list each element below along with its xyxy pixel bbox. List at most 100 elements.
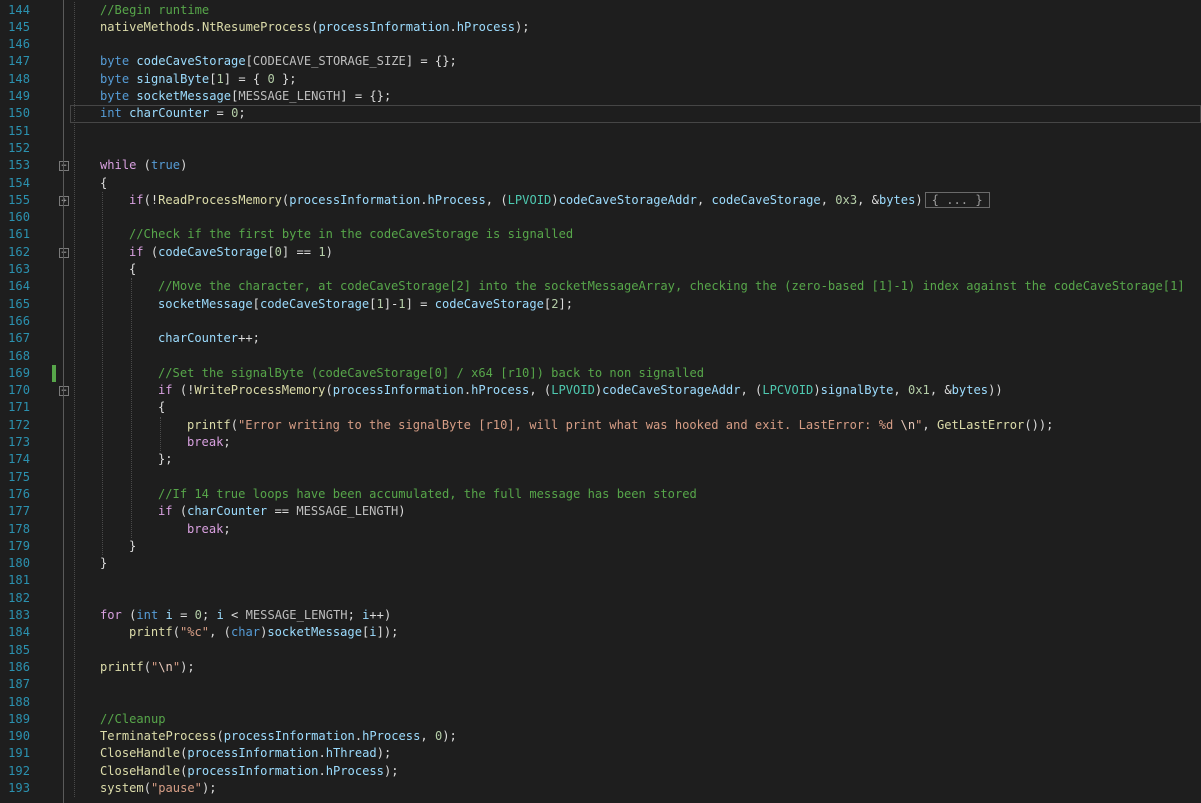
fold-collapse-icon[interactable]: − xyxy=(59,161,69,172)
code-text[interactable]: //Cleanup xyxy=(100,711,166,728)
code-line[interactable]: 183 for (int i = 0; i < MESSAGE_LENGTH; i… xyxy=(0,607,1201,624)
code-line[interactable]: 176 //If 14 true loops have been accumula… xyxy=(0,486,1201,503)
code-text[interactable]: socketMessage[codeCaveStorage[1]-1] = co… xyxy=(158,296,573,313)
code-token: == xyxy=(267,504,297,519)
code-line[interactable]: 178 break; xyxy=(0,521,1201,538)
code-text[interactable]: for (int i = 0; i < MESSAGE_LENGTH; i++) xyxy=(100,607,391,624)
code-line[interactable]: 164 //Move the character, at codeCaveStor… xyxy=(0,278,1201,295)
code-line[interactable]: 170 if (!WriteProcessMemory(processInform… xyxy=(0,382,1201,399)
line-number: 176 xyxy=(8,486,30,501)
code-line[interactable]: 149 byte socketMessage[MESSAGE_LENGTH] = … xyxy=(0,88,1201,105)
code-text[interactable]: if (codeCaveStorage[0] == 1) xyxy=(129,244,333,261)
code-text[interactable]: TerminateProcess(processInformation.hPro… xyxy=(100,728,457,745)
code-text[interactable]: { xyxy=(158,399,165,416)
code-line[interactable]: 152 xyxy=(0,140,1201,157)
code-text[interactable]: charCounter++; xyxy=(158,330,260,347)
line-number: 184 xyxy=(8,625,30,640)
code-line[interactable]: 175 xyxy=(0,469,1201,486)
code-token: \n xyxy=(158,659,173,674)
code-line[interactable]: 190 TerminateProcess(processInformation.h… xyxy=(0,728,1201,745)
code-line[interactable]: 181 xyxy=(0,572,1201,589)
code-line[interactable]: 154 { xyxy=(0,175,1201,192)
code-text[interactable]: break; xyxy=(187,521,231,538)
code-text[interactable]: //Set the signalByte (codeCaveStorage[0]… xyxy=(158,365,704,382)
code-text[interactable]: printf("Error writing to the signalByte … xyxy=(187,417,1053,434)
code-line[interactable]: 162 if (codeCaveStorage[0] == 1) xyxy=(0,244,1201,261)
code-token: { xyxy=(158,400,166,415)
code-text[interactable]: }; xyxy=(158,451,173,468)
code-text[interactable]: byte socketMessage[MESSAGE_LENGTH] = {}; xyxy=(100,88,391,105)
code-line[interactable]: 174}; xyxy=(0,451,1201,468)
code-text[interactable]: { xyxy=(100,175,107,192)
code-text[interactable]: { xyxy=(129,261,136,278)
code-token: //Set the signalByte (codeCaveStorage[0]… xyxy=(158,365,705,380)
code-line[interactable]: 172 printf("Error writing to the signalBy… xyxy=(0,417,1201,434)
code-text[interactable]: //Check if the first byte in the codeCav… xyxy=(129,226,573,243)
code-line[interactable]: 184 printf("%c", (char)socketMessage[i]); xyxy=(0,624,1201,641)
fold-collapse-icon[interactable]: − xyxy=(59,386,69,397)
line-number: 188 xyxy=(8,694,30,709)
code-line[interactable]: 150 int charCounter = 0; xyxy=(0,105,1201,123)
code-text[interactable]: system("pause"); xyxy=(100,780,217,797)
code-line[interactable]: 161 //Check if the first byte in the code… xyxy=(0,226,1201,243)
code-text[interactable]: CloseHandle(processInformation.hProcess)… xyxy=(100,763,399,780)
code-text[interactable]: printf("\n"); xyxy=(100,659,195,676)
code-line[interactable]: 177 if (charCounter == MESSAGE_LENGTH) xyxy=(0,503,1201,520)
code-line[interactable]: 193 system("pause"); xyxy=(0,780,1201,797)
code-text[interactable]: nativeMethods.NtResumeProcess(processInf… xyxy=(100,19,530,36)
code-line[interactable]: 173 break; xyxy=(0,434,1201,451)
code-line[interactable]: 186 printf("\n"); xyxy=(0,659,1201,676)
code-text[interactable]: break; xyxy=(187,434,231,451)
code-line[interactable]: 180} xyxy=(0,555,1201,572)
code-token: ] = {}; xyxy=(405,54,457,69)
code-line[interactable]: 146 xyxy=(0,36,1201,53)
code-text[interactable]: CloseHandle(processInformation.hThread); xyxy=(100,745,391,762)
code-line[interactable]: 168 xyxy=(0,348,1201,365)
fold-collapse-icon[interactable]: − xyxy=(59,247,69,258)
code-text[interactable]: byte signalByte[1] = { 0 }; xyxy=(100,71,297,88)
code-token: i xyxy=(369,625,377,640)
code-editor[interactable]: 144//Begin runtime 145 nativeMethods.NtRes… xyxy=(0,0,1201,803)
code-line[interactable]: 145 nativeMethods.NtResumeProcess(process… xyxy=(0,19,1201,36)
code-line[interactable]: 191 CloseHandle(processInformation.hThrea… xyxy=(0,745,1201,762)
code-text[interactable]: byte codeCaveStorage[CODECAVE_STORAGE_SI… xyxy=(100,53,457,70)
code-text[interactable]: if (charCounter == MESSAGE_LENGTH) xyxy=(158,503,406,520)
code-text[interactable]: printf("%c", (char)socketMessage[i]); xyxy=(129,624,398,641)
code-line[interactable]: 167 charCounter++; xyxy=(0,330,1201,347)
code-line[interactable]: 151 xyxy=(0,123,1201,140)
fold-expand-icon[interactable]: + xyxy=(59,195,69,206)
code-line[interactable]: 155 if(!ReadProcessMemory(processInformat… xyxy=(0,191,1201,209)
code-line[interactable]: 188 xyxy=(0,694,1201,711)
code-text[interactable]: } xyxy=(129,538,136,555)
code-text[interactable]: //Move the character, at codeCaveStorage… xyxy=(158,278,1185,295)
code-text[interactable]: if(!ReadProcessMemory(processInformation… xyxy=(129,191,990,209)
code-line[interactable]: 192 CloseHandle(processInformation.hProce… xyxy=(0,763,1201,780)
code-text[interactable]: //Begin runtime xyxy=(100,2,209,19)
code-line[interactable]: 179} xyxy=(0,538,1201,555)
code-token: ( xyxy=(216,729,224,744)
code-token: . xyxy=(463,383,472,398)
code-text[interactable]: int charCounter = 0; xyxy=(100,105,246,122)
code-line[interactable]: 147 byte codeCaveStorage[CODECAVE_STORAGE… xyxy=(0,53,1201,70)
code-token: i xyxy=(216,608,224,622)
code-text[interactable]: } xyxy=(100,555,107,572)
code-line[interactable]: 169 //Set the signalByte (codeCaveStorage… xyxy=(0,365,1201,382)
code-text[interactable]: if (!WriteProcessMemory(processInformati… xyxy=(158,382,1003,399)
code-line[interactable]: 185 xyxy=(0,642,1201,659)
code-line[interactable]: 148 byte signalByte[1] = { 0 }; xyxy=(0,71,1201,88)
code-line[interactable]: 187 xyxy=(0,676,1201,693)
code-line[interactable]: 166 xyxy=(0,313,1201,330)
line-number: 155 xyxy=(8,192,30,207)
code-line[interactable]: 189 //Cleanup xyxy=(0,711,1201,728)
code-line[interactable]: 165 socketMessage[codeCaveStorage[1]-1] =… xyxy=(0,296,1201,313)
code-text[interactable]: while (true) xyxy=(100,157,187,174)
code-line[interactable]: 153 while (true) xyxy=(0,157,1201,174)
code-line[interactable]: 144 //Begin runtime xyxy=(0,2,1201,19)
collapsed-region-marker[interactable]: { ... } xyxy=(924,191,990,208)
code-line[interactable]: 171 { xyxy=(0,399,1201,416)
code-line[interactable]: 182 xyxy=(0,590,1201,607)
code-line[interactable]: 163 { xyxy=(0,261,1201,278)
code-line[interactable]: 160 xyxy=(0,209,1201,226)
code-text[interactable]: //If 14 true loops have been accumulated… xyxy=(158,486,697,503)
